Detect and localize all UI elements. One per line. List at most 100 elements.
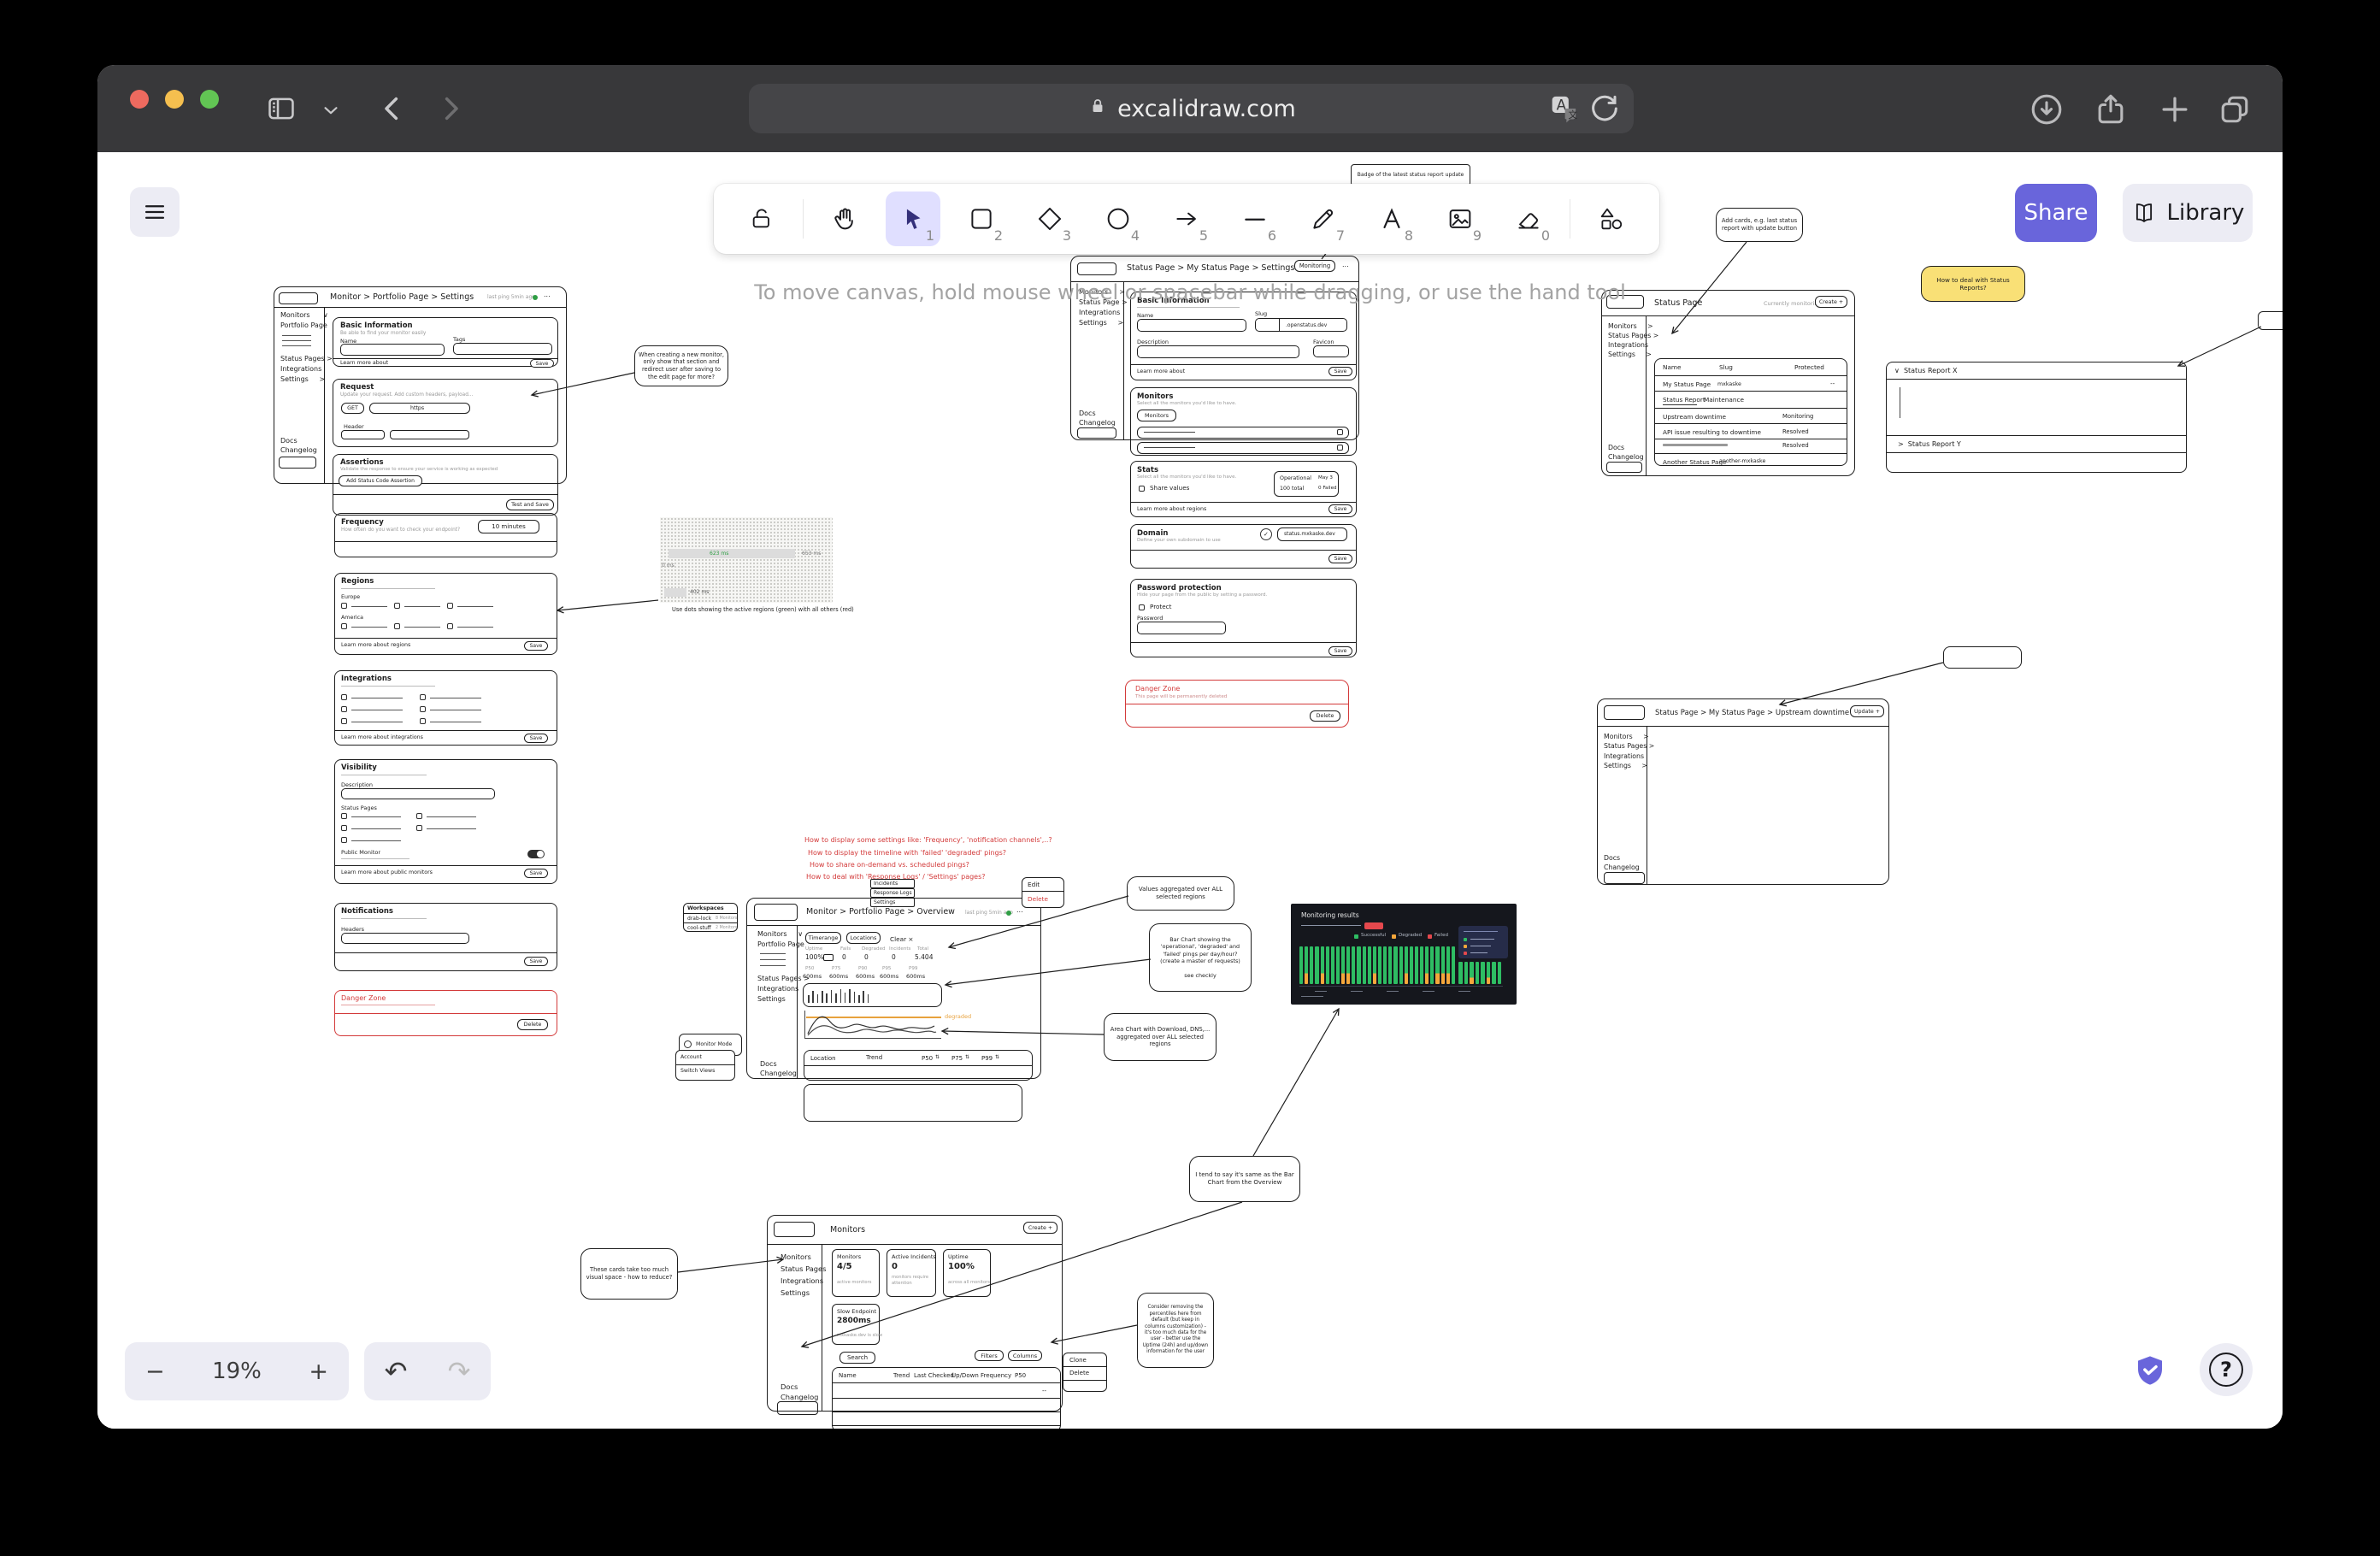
sk-txt: My Status Page (1663, 380, 1711, 388)
sk-txt: Status Pages (781, 1264, 826, 1273)
sidebar-toggle-icon[interactable] (265, 92, 298, 125)
sk-txt: Docs (1608, 444, 1624, 452)
excalidraw-canvas[interactable]: Monitor > Portfolio Page > Settingslast … (97, 152, 2283, 1429)
sk-txt: Learn more about public monitors (341, 869, 433, 876)
red-question-3[interactable]: How to share on-demand vs. scheduled pin… (810, 861, 969, 869)
wf-upstream-downtime[interactable]: Status Page > My Status Page > Upstream … (1597, 698, 1889, 887)
sk-txt: monitors require attention (892, 1275, 931, 1286)
tool-image[interactable]: 9 (1433, 192, 1488, 246)
sk-txt: Regions (341, 577, 374, 586)
sk-txt: 100% (805, 953, 823, 961)
wf-danger-statuspage[interactable]: Danger ZoneThis page will be permanently… (1125, 680, 1349, 728)
sk-txt: Docs (280, 437, 298, 445)
zoom-out-button[interactable]: − (145, 1359, 165, 1385)
sk-pill: Save (524, 869, 548, 878)
map-image[interactable]: 623 ms653 ms0 ms402 msUse dots showing t… (660, 517, 833, 620)
tool-rectangle[interactable]: 2 (954, 192, 1009, 246)
traffic-light-minimize[interactable] (165, 90, 184, 109)
wf-status-report-panel[interactable]: ∨ Status Report X> Status Report Y (1886, 362, 2187, 473)
sk-txt: Slow Endpoint (837, 1308, 876, 1315)
sk-pill: Save (524, 641, 548, 651)
red-question-2[interactable]: How to display the timeline with 'failed… (808, 849, 1006, 858)
callout-add-cards[interactable]: Add cards, e.g. last status report with … (1716, 208, 1803, 242)
redo-button[interactable]: ↷ (448, 1355, 471, 1388)
encryption-shield-icon[interactable] (2132, 1351, 2168, 1394)
tool-arrow[interactable]: 5 (1159, 192, 1214, 246)
callout-cards-too-much-space[interactable]: These cards take too much visual space -… (580, 1248, 678, 1300)
tool-selection[interactable]: 1 (886, 192, 940, 246)
translate-icon[interactable]: A文 (1546, 91, 1581, 132)
sk-txt: Docs (760, 1060, 777, 1069)
tool-eraser[interactable]: 0 (1501, 192, 1556, 246)
tool-draw[interactable]: 7 (1296, 192, 1351, 246)
sk-box (774, 1222, 815, 1237)
tool-shapes[interactable] (1584, 192, 1639, 246)
account-card[interactable]: AccountSwitch Views (675, 1050, 735, 1081)
zoom-level[interactable]: 19% (212, 1359, 262, 1384)
wf-statuspage-settings[interactable]: Status Page > My Status Page > SettingsM… (1070, 256, 1359, 657)
sk-hl (274, 307, 567, 308)
back-button[interactable] (374, 91, 410, 127)
sk-txt: Slug (1719, 363, 1733, 371)
wf-monitor-settings[interactable]: Monitor > Portfolio Page > Settingslast … (274, 286, 567, 517)
new-tab-icon[interactable] (2156, 91, 2194, 128)
tool-diamond[interactable]: 3 (1022, 192, 1077, 246)
sk-txt: Maintenance (1704, 396, 1744, 404)
sk-txt: Request (340, 383, 374, 392)
checkly-screenshot[interactable]: Monitoring resultsSuccessfulDegradedFail… (1291, 904, 1517, 1005)
forward-button[interactable] (433, 91, 468, 127)
help-button[interactable]: ? (2200, 1343, 2253, 1396)
context-menu-edit[interactable]: EditDelete (1022, 877, 1064, 908)
edge-box[interactable] (2258, 311, 2283, 330)
sticky-status-reports[interactable]: How to deal with Status Reports? (1921, 266, 2025, 302)
tool-ellipse[interactable]: 4 (1091, 192, 1146, 246)
share-export-icon[interactable] (2092, 91, 2130, 128)
sk-txt: Description (341, 781, 373, 788)
downloads-icon[interactable] (2028, 91, 2065, 128)
workspaces-card[interactable]: Workspacesdrab-lock8 Monitorscool-stuff2… (683, 903, 738, 932)
wf-danger-monitor[interactable]: Danger ZoneDelete (334, 990, 557, 1036)
context-menu-pages[interactable]: IncidentsResponse LogsSettings (870, 879, 915, 907)
sk-txt: P75 (832, 966, 841, 972)
sk-pill: Locations (846, 932, 881, 944)
tab-overview-icon[interactable] (2216, 91, 2253, 128)
wf-monitors-overview[interactable]: MonitorsCreate +MonitorsStatus PagesInte… (767, 1215, 1063, 1422)
wf-notifications[interactable]: NotificationsHeadersSave (334, 903, 557, 971)
wf-integrations[interactable]: IntegrationsLearn more about integration… (334, 670, 557, 746)
tool-text[interactable]: 8 (1364, 192, 1419, 246)
chevron-down-icon[interactable] (321, 101, 340, 120)
red-question-1[interactable]: How to display some settings like: 'Freq… (804, 836, 1052, 845)
callout-new-monitor[interactable]: When creating a new monitor, only show t… (634, 345, 728, 386)
traffic-light-zoom[interactable] (200, 90, 219, 109)
sk-hl (1301, 925, 1361, 926)
sk-hl (341, 686, 435, 687)
main-menu-button[interactable] (130, 187, 180, 237)
wf-regions[interactable]: RegionsEuropeAmericaLearn more about reg… (334, 573, 557, 655)
wf-monitor-overview[interactable]: Monitor > Portfolio Page > Overviewlast … (746, 898, 1041, 1122)
traffic-light-close[interactable] (130, 90, 149, 109)
callout-same-as-bar-chart[interactable]: I tend to say it's same as the Bar Chart… (1189, 1156, 1300, 1202)
callout-percentiles[interactable]: Consider removing the percentiles here f… (1137, 1293, 1214, 1368)
tool-lock[interactable] (734, 192, 789, 246)
undo-button[interactable]: ↶ (385, 1355, 408, 1388)
share-button[interactable]: Share (2015, 184, 2097, 242)
sk-hl (341, 918, 427, 919)
context-menu-clone[interactable]: CloneDelete (1063, 1353, 1107, 1392)
callout-area-chart[interactable]: Area Chart with Download, DNS,... aggreg… (1104, 1013, 1217, 1061)
address-bar[interactable]: excalidraw.com A文 (749, 84, 1634, 133)
callout-values-aggregated[interactable]: Values aggregated over ALL selected regi… (1127, 876, 1234, 911)
library-button[interactable]: Library (2123, 184, 2253, 242)
callout-bar-chart[interactable]: Bar Chart showing the 'operational', 'de… (1149, 923, 1252, 992)
wf-frequency[interactable]: FrequencyHow often do you want to check … (334, 513, 557, 557)
tool-line[interactable]: 6 (1228, 192, 1282, 246)
sk-txt: Learn more about integrations (341, 734, 423, 741)
tool-hand[interactable] (817, 192, 872, 246)
wf-statuspage-list[interactable]: Status PageCurrently monitoringCreate +M… (1601, 290, 1855, 478)
zoom-in-button[interactable]: + (309, 1359, 328, 1385)
reload-icon[interactable] (1588, 91, 1622, 132)
wf-visibility[interactable]: VisibilityDescriptionStatus PagesPublic … (334, 759, 557, 884)
sk-box (777, 1401, 818, 1415)
sk-box (390, 430, 469, 439)
empty-label-box[interactable] (1943, 646, 2022, 669)
sk-hl (675, 1064, 735, 1065)
